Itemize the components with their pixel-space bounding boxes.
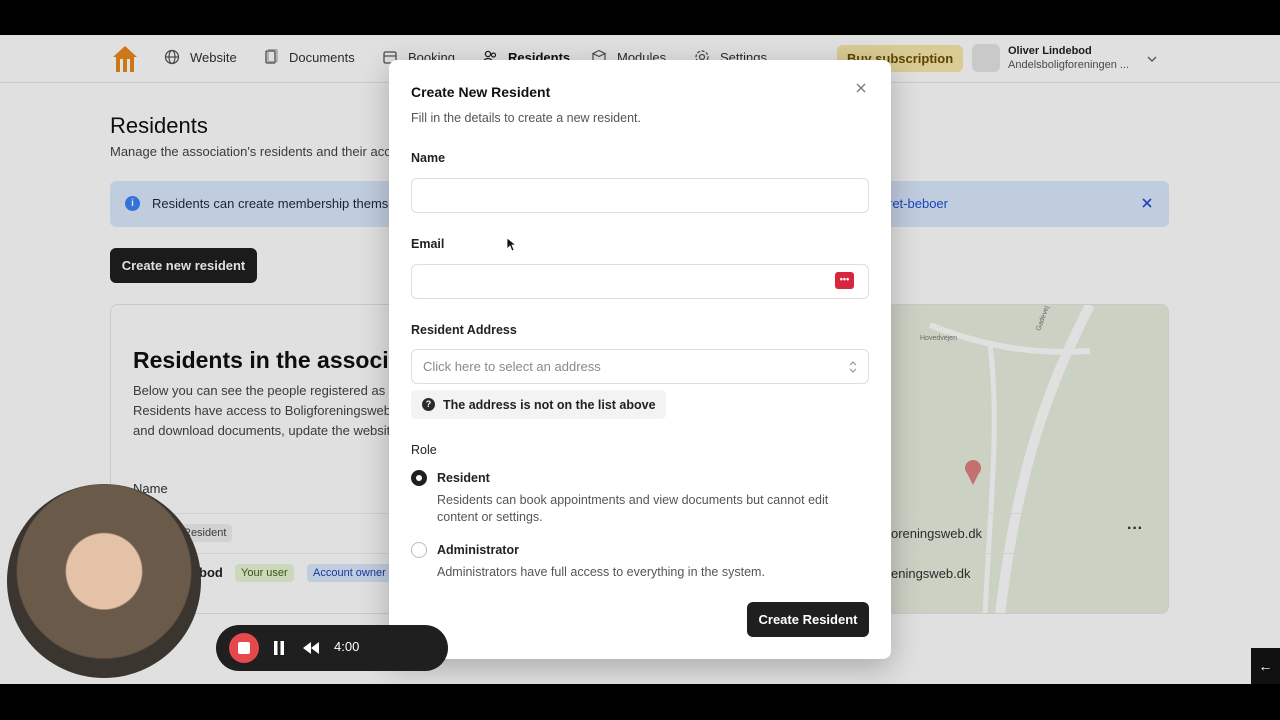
rewind-icon[interactable] [302, 640, 320, 656]
create-resident-button[interactable]: Create Resident [747, 602, 869, 637]
role-radio-administrator[interactable] [411, 542, 427, 558]
address-select[interactable]: Click here to select an address [411, 349, 869, 384]
role-title-administrator[interactable]: Administrator [437, 543, 519, 557]
email-label: Email [411, 237, 445, 251]
role-desc-resident: Residents can book appointments and view… [437, 493, 829, 524]
role-title-resident[interactable]: Resident [437, 471, 490, 485]
stop-recording-button[interactable] [229, 633, 259, 663]
recording-controls: 4:00 [216, 625, 448, 671]
dialog-subtitle: Fill in the details to create a new resi… [411, 111, 641, 125]
role-desc-administrator: Administrators have full access to every… [437, 565, 765, 579]
recording-time: 4:00 [334, 639, 360, 654]
question-icon: ? [422, 398, 435, 411]
mouse-cursor-icon [506, 237, 516, 252]
chevron-updown-icon [849, 361, 857, 373]
email-field[interactable] [411, 264, 869, 299]
role-label: Role [411, 443, 437, 457]
address-placeholder: Click here to select an address [423, 359, 601, 374]
name-label: Name [411, 151, 446, 165]
role-radio-resident[interactable] [411, 470, 427, 486]
address-not-listed-label: The address is not on the list above [443, 397, 656, 412]
password-manager-icon[interactable]: ••• [835, 272, 854, 289]
top-letterbox [0, 0, 1280, 35]
create-resident-dialog: Create New Resident Fill in the details … [389, 60, 891, 659]
name-field[interactable] [411, 178, 869, 213]
address-label: Resident Address [411, 323, 517, 337]
arrow-left-icon[interactable]: ← [1251, 648, 1280, 684]
dialog-title: Create New Resident [411, 84, 551, 100]
webcam-overlay [7, 484, 201, 678]
pause-icon[interactable] [272, 640, 286, 656]
address-not-listed-button[interactable]: ? The address is not on the list above [411, 390, 666, 419]
bottom-letterbox [0, 684, 1280, 720]
close-icon[interactable] [855, 82, 867, 94]
